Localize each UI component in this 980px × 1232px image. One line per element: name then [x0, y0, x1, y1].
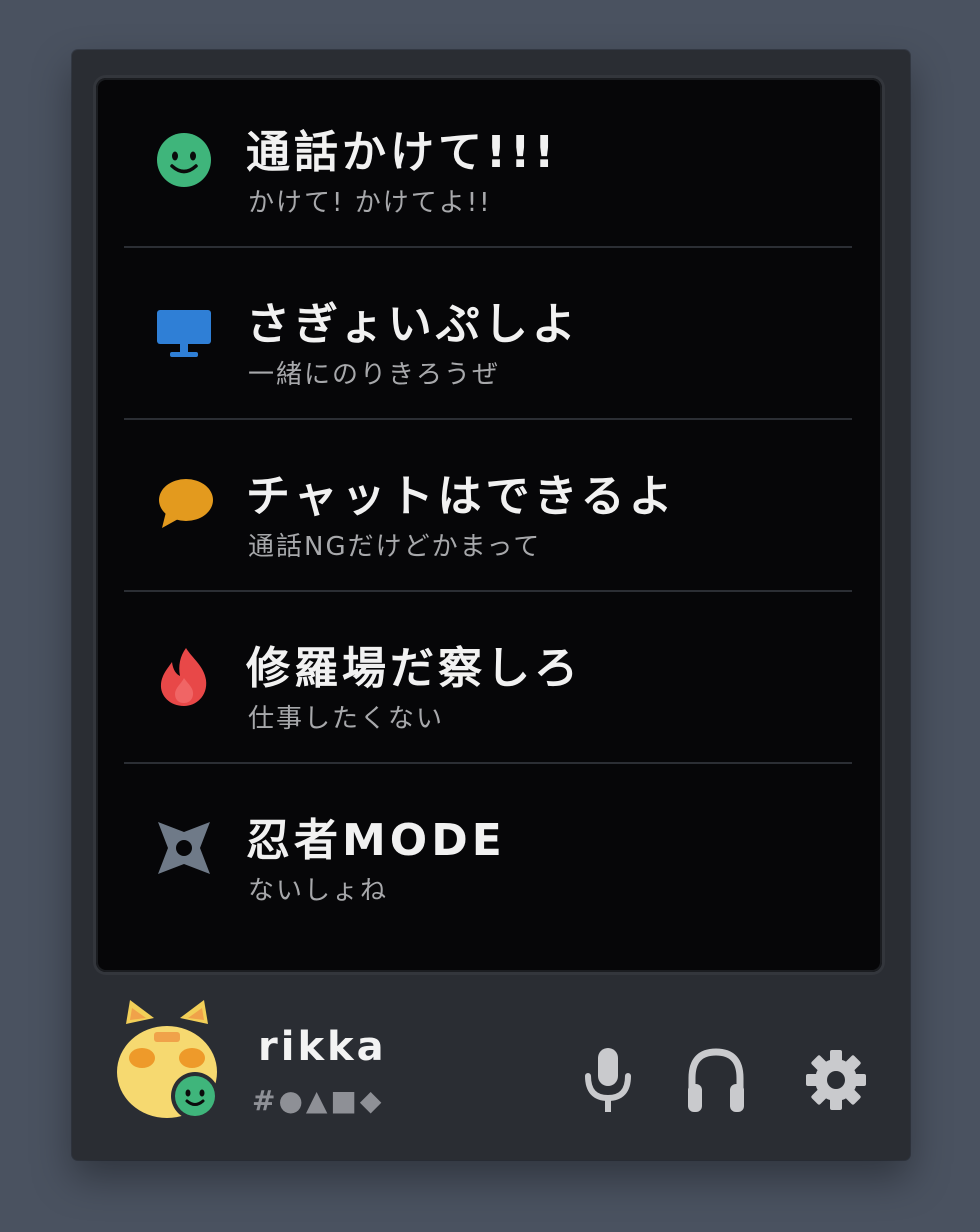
- divider: [124, 246, 852, 248]
- flame-icon: [160, 648, 207, 706]
- status-option-title: 忍者MODE: [246, 815, 506, 866]
- status-option-chat-only[interactable]: チャットはできるよ 通話NGだけどかまって: [96, 422, 882, 592]
- status-option-subtitle: ないしょね: [248, 876, 389, 906]
- smile-face-icon: [157, 133, 211, 187]
- status-option-title: さぎょいぷしよ: [246, 299, 580, 350]
- status-indicator: [175, 1076, 215, 1116]
- status-option-work-call[interactable]: さぎょいぷしよ 一緒にのりきろうぜ: [96, 250, 882, 420]
- status-option-invisible[interactable]: 忍者MODE ないしょね: [96, 766, 882, 936]
- divider: [124, 762, 852, 764]
- status-popup-card: 通話かけて!!! かけて! かけてよ!! さぎょいぷしよ 一緒にのりきろうぜ チ…: [72, 50, 910, 1160]
- monitor-icon: [157, 310, 211, 357]
- user-tag: #●▲■◆: [252, 1084, 385, 1117]
- status-option-subtitle: 一緒にのりきろうぜ: [248, 360, 501, 390]
- status-menu: 通話かけて!!! かけて! かけてよ!! さぎょいぷしよ 一緒にのりきろうぜ チ…: [96, 78, 882, 972]
- user-panel: rikka #●▲■◆: [72, 990, 910, 1160]
- settings-gear-icon[interactable]: [804, 1044, 868, 1116]
- status-option-title: 修羅場だ察しろ: [246, 643, 582, 694]
- speech-bubble-icon: [159, 479, 213, 528]
- username: rikka: [258, 1024, 387, 1070]
- status-option-title: チャットはできるよ: [246, 471, 677, 522]
- status-option-subtitle: かけて! かけてよ!!: [248, 188, 492, 218]
- status-option-subtitle: 仕事したくない: [248, 704, 445, 734]
- divider: [124, 418, 852, 420]
- cat-avatar[interactable]: [112, 1000, 222, 1126]
- headphones-icon[interactable]: [684, 1044, 748, 1116]
- status-option-online[interactable]: 通話かけて!!! かけて! かけてよ!!: [96, 78, 882, 248]
- status-option-busy[interactable]: 修羅場だ察しろ 仕事したくない: [96, 594, 882, 764]
- microphone-icon[interactable]: [576, 1044, 640, 1116]
- divider: [124, 590, 852, 592]
- shuriken-icon: [158, 822, 210, 874]
- status-option-title: 通話かけて!!!: [246, 127, 559, 178]
- status-option-subtitle: 通話NGだけどかまって: [248, 532, 542, 562]
